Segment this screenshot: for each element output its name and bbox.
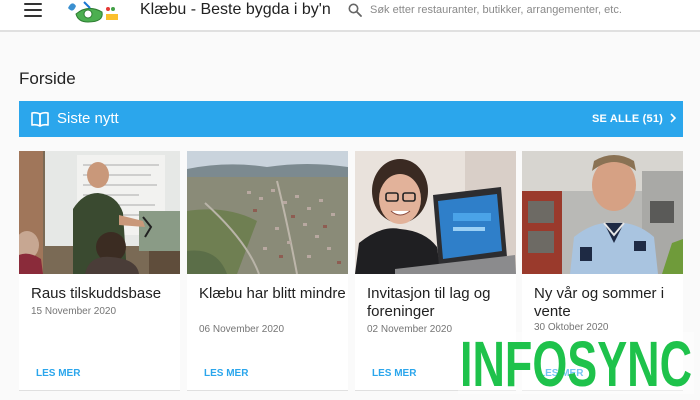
read-more-link[interactable]: LES MER [204,368,248,379]
card-divider [187,390,348,391]
news-date: 02 November 2020 [367,324,453,335]
hamburger-menu-icon[interactable] [24,3,42,19]
news-card[interactable]: Raus tilskuddsbase 15 November 2020 LES … [19,151,180,391]
news-image-aerial-town[interactable] [187,151,348,274]
news-title[interactable]: Ny vår og sommer i vente [534,285,684,321]
news-date: 06 November 2020 [199,324,285,335]
search-input[interactable] [370,1,690,19]
news-date: 15 November 2020 [31,306,117,317]
news-title[interactable]: Klæbu har blitt mindre [199,285,349,303]
latest-news-banner[interactable]: Siste nytt SE ALLE (51) [19,101,683,137]
app-logo[interactable] [66,0,124,26]
news-title[interactable]: Invitasjon til lag og foreninger [367,285,517,321]
see-all-link[interactable]: SE ALLE (51) [592,113,663,125]
infosync-watermark-logo: INFOSYNC [458,332,694,394]
news-image-presenter[interactable] [19,151,180,274]
news-image-woman-laptop[interactable] [355,151,516,274]
read-more-link[interactable]: LES MER [36,368,80,379]
news-title[interactable]: Raus tilskuddsbase [31,285,181,303]
card-divider [19,390,180,391]
search-icon [348,3,362,17]
app-title: Klæbu - Beste bygda i by'n [140,1,331,18]
top-app-bar: Klæbu - Beste bygda i by'n [0,0,700,32]
chevron-right-icon[interactable] [669,112,677,124]
section-heading: Siste nytt [57,110,119,127]
news-card[interactable]: Klæbu har blitt mindre 06 November 2020 … [187,151,348,391]
read-more-link[interactable]: LES MER [372,368,416,379]
news-image-police-officer[interactable] [522,151,683,274]
svg-text:INFOSYNC: INFOSYNC [460,332,692,394]
page-title: Forside [19,69,76,88]
open-book-icon [31,111,49,127]
